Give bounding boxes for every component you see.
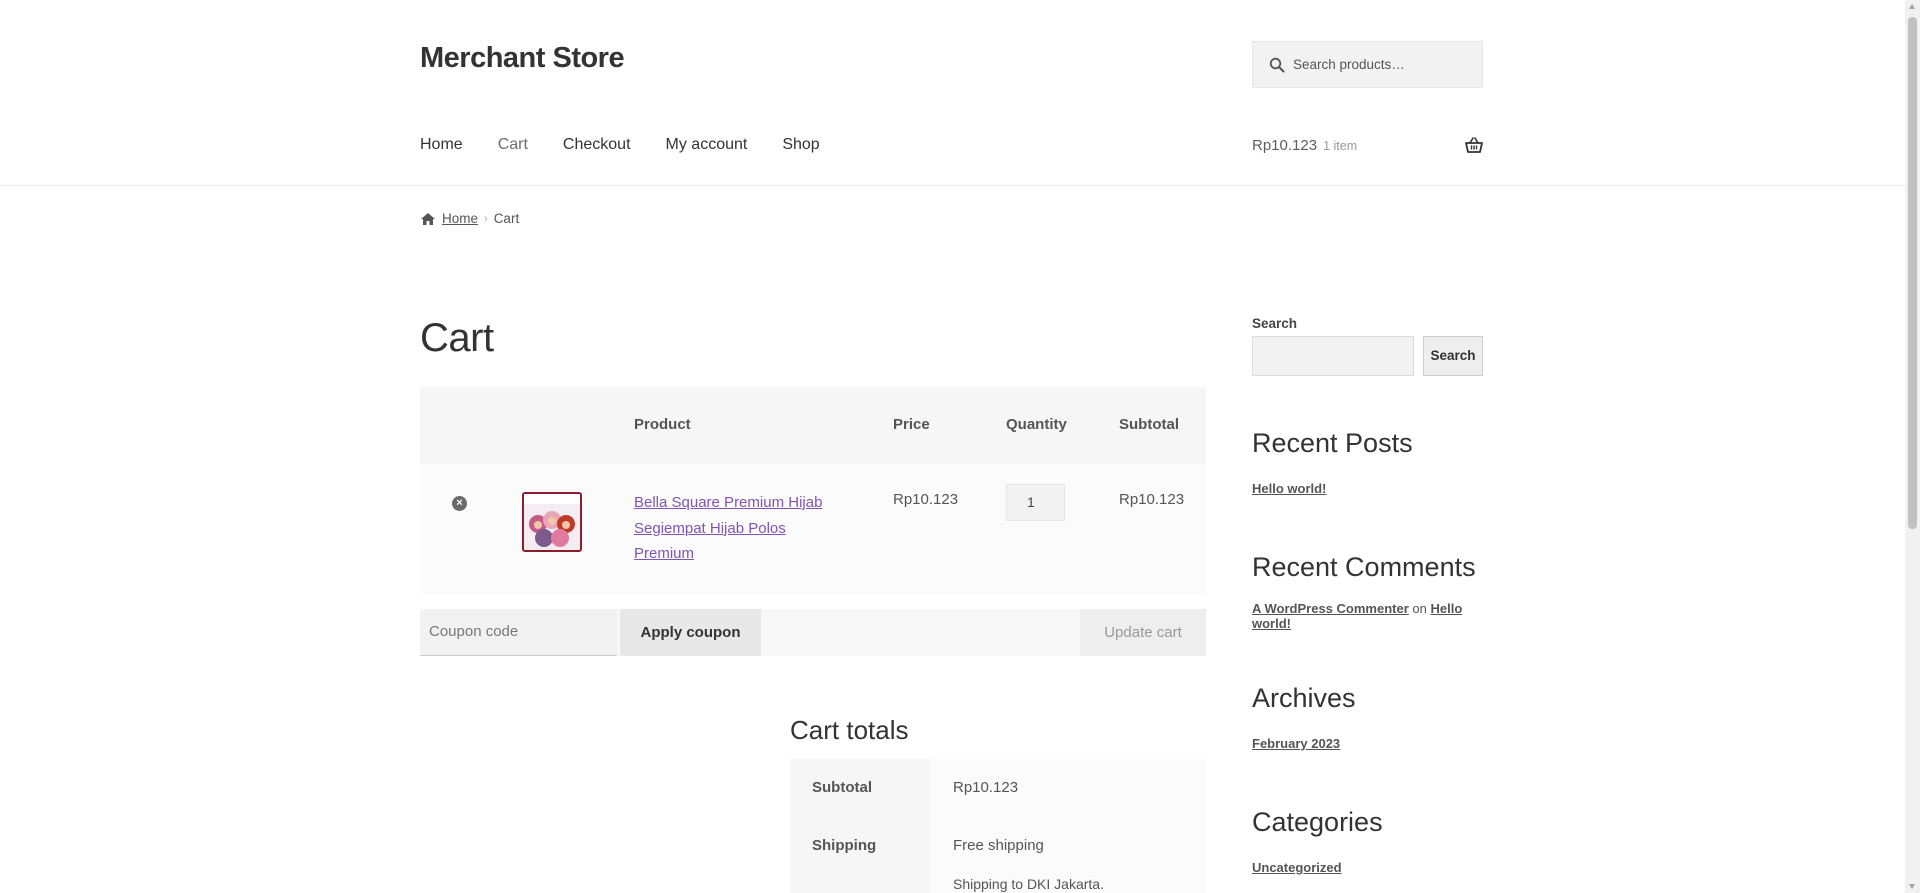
coupon-code-input[interactable]: Coupon code <box>420 609 617 656</box>
archive-link[interactable]: February 2023 <box>1252 736 1340 751</box>
sidebar-search-label: Search <box>1252 316 1298 331</box>
scroll-down-arrow-icon[interactable] <box>1909 884 1915 889</box>
comment-on-text: on <box>1412 601 1427 616</box>
categories-title: Categories <box>1252 807 1383 837</box>
product-image <box>524 494 580 550</box>
totals-subtotal-value: Rp10.123 <box>930 759 1206 817</box>
column-header-quantity: Quantity <box>1006 416 1067 433</box>
scrollbar-thumb[interactable] <box>1908 17 1917 529</box>
totals-shipping-value: Free shipping <box>953 837 1044 854</box>
home-icon <box>421 212 435 225</box>
breadcrumb: Home › Cart <box>420 211 519 226</box>
cart-table-header: Product Price Quantity Subtotal <box>420 387 1206 464</box>
totals-subtotal-row: Subtotal Rp10.123 <box>790 759 1206 817</box>
update-cart-button[interactable]: Update cart <box>1080 609 1206 656</box>
recent-comments-title: Recent Comments <box>1252 552 1476 582</box>
page-title: Cart <box>420 316 494 360</box>
category-link[interactable]: Uncategorized <box>1252 860 1342 875</box>
cart-table: Product Price Quantity Subtotal × Bella … <box>420 387 1206 594</box>
cart-item-row: × Bella Square Premium Hijab Segiempat H… <box>420 464 1206 594</box>
quantity-input[interactable]: 1 <box>1006 484 1065 521</box>
site-header: Merchant Store Search products… Home Car… <box>0 0 1905 186</box>
shipping-destination-note: Shipping to DKI Jakarta. <box>953 876 1104 892</box>
totals-shipping-value-cell: Free shipping Shipping to DKI Jakarta. <box>930 817 1206 893</box>
page-scrollbar[interactable] <box>1905 0 1920 893</box>
primary-nav: Home Cart Checkout My account Shop <box>420 136 855 154</box>
cart-totals-table: Subtotal Rp10.123 Shipping Free shipping… <box>790 759 1206 893</box>
product-search-input[interactable]: Search products… <box>1252 41 1483 88</box>
site-title[interactable]: Merchant Store <box>420 42 625 75</box>
item-price: Rp10.123 <box>893 491 959 508</box>
sidebar-search-button[interactable]: Search <box>1423 336 1483 376</box>
item-subtotal: Rp10.123 <box>1119 491 1185 508</box>
archives-title: Archives <box>1252 683 1356 713</box>
breadcrumb-home-link[interactable]: Home <box>442 211 478 226</box>
nav-checkout[interactable]: Checkout <box>563 136 631 154</box>
product-name-link[interactable]: Bella Square Premium Hijab Segiempat Hij… <box>634 490 834 567</box>
sidebar-search-input[interactable] <box>1252 336 1414 376</box>
apply-coupon-button[interactable]: Apply coupon <box>620 609 761 656</box>
scroll-up-arrow-icon[interactable] <box>1909 4 1915 9</box>
header-cart-count: 1 item <box>1323 139 1358 153</box>
totals-subtotal-label: Subtotal <box>790 759 930 817</box>
remove-item-icon[interactable]: × <box>452 496 467 511</box>
nav-shop[interactable]: Shop <box>782 136 819 154</box>
search-placeholder: Search products… <box>1293 57 1405 72</box>
totals-shipping-row: Shipping Free shipping Shipping to DKI J… <box>790 817 1206 893</box>
breadcrumb-current: Cart <box>493 211 520 226</box>
breadcrumb-separator: › <box>484 212 488 225</box>
column-header-price: Price <box>893 416 930 433</box>
column-header-product: Product <box>634 416 691 433</box>
search-icon <box>1269 57 1285 73</box>
nav-home[interactable]: Home <box>420 136 463 154</box>
recent-post-link[interactable]: Hello world! <box>1252 481 1326 496</box>
header-cart-link[interactable]: Rp10.123 1 item <box>1252 137 1483 157</box>
cart-totals-title: Cart totals <box>790 715 909 745</box>
product-thumbnail[interactable] <box>522 492 582 552</box>
basket-icon <box>1465 137 1483 153</box>
nav-my-account[interactable]: My account <box>666 136 748 154</box>
cart-actions: Coupon code Apply coupon Update cart <box>420 609 1206 656</box>
comment-author-link[interactable]: A WordPress Commenter <box>1252 601 1409 616</box>
recent-posts-title: Recent Posts <box>1252 428 1413 458</box>
totals-shipping-label: Shipping <box>790 817 930 893</box>
header-cart-amount: Rp10.123 <box>1252 137 1318 154</box>
recent-comment: A WordPress Commenter on Hello world! <box>1252 601 1483 631</box>
column-header-subtotal: Subtotal <box>1119 416 1179 433</box>
nav-cart[interactable]: Cart <box>498 136 528 154</box>
